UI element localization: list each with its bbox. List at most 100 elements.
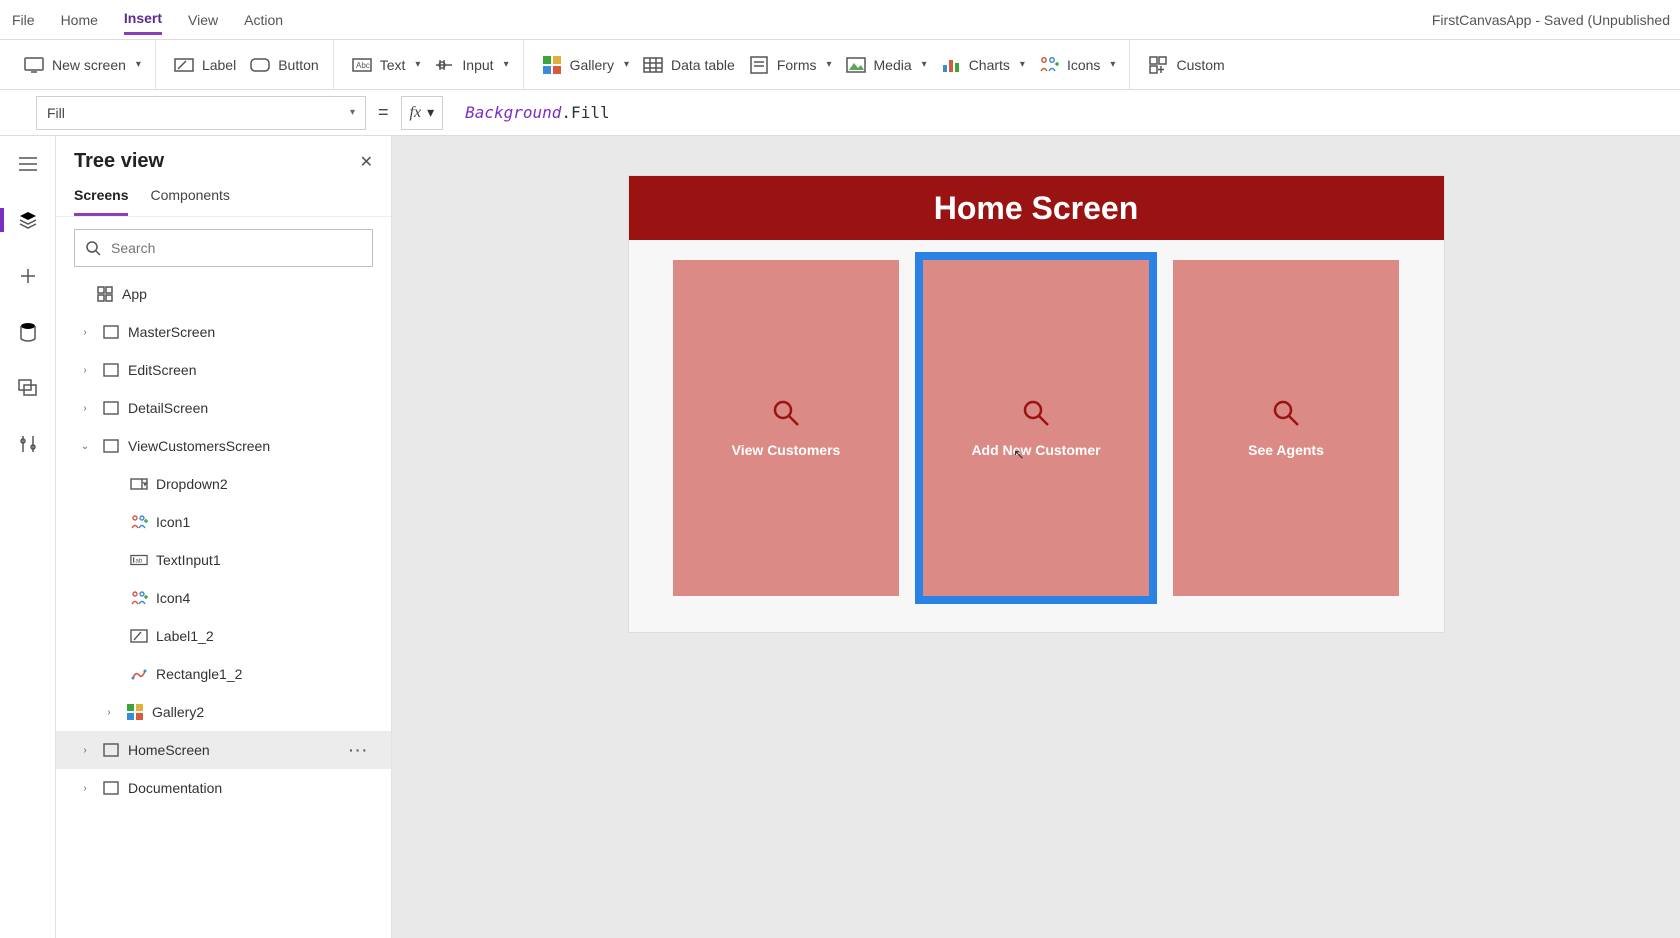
insert-forms-button[interactable]: Forms ▾	[749, 55, 832, 75]
insert-datatable-button[interactable]: Data table	[643, 55, 735, 75]
menu-view[interactable]: View	[188, 6, 218, 34]
tree-node[interactable]: Rectangle1_2	[56, 655, 391, 693]
formula-input[interactable]: Background.Fill	[455, 96, 1660, 130]
app-title: FirstCanvasApp - Saved (Unpublished	[1432, 12, 1670, 28]
tree-node-label: Rectangle1_2	[156, 666, 242, 682]
expand-arrow-icon[interactable]: ›	[100, 707, 118, 718]
canvas-card[interactable]: View Customers	[673, 260, 899, 596]
new-screen-button[interactable]: New screen ▾	[24, 55, 141, 75]
canvas-card[interactable]: Add New Customer↖	[923, 260, 1149, 596]
chevron-down-icon: ▾	[427, 104, 434, 121]
tree-node[interactable]: › DetailScreen	[56, 389, 391, 427]
insert-media-text: Media	[874, 57, 912, 73]
expand-arrow-icon[interactable]: ›	[76, 365, 94, 376]
magnifier-icon	[1271, 398, 1301, 428]
left-rail	[0, 136, 56, 938]
node-type-icon	[126, 703, 144, 721]
tree-node[interactable]: › Documentation	[56, 769, 391, 807]
tree-view-panel: Tree view ✕ Screens Components App	[56, 136, 392, 938]
hamburger-button[interactable]	[14, 150, 42, 178]
chevron-down-icon: ▾	[624, 59, 629, 70]
chevron-down-icon: ▾	[136, 59, 141, 70]
insert-pane-button[interactable]	[14, 262, 42, 290]
card-label: View Customers	[732, 442, 841, 458]
search-input[interactable]	[111, 240, 362, 256]
formula-token-object: Background	[465, 103, 561, 122]
card-label: Add New Customer	[971, 442, 1100, 458]
insert-input-button[interactable]: Input ▾	[434, 55, 508, 75]
tree-node-label: Documentation	[128, 780, 222, 796]
tree-app-node[interactable]: App	[56, 275, 391, 313]
formula-bar: Fill ▾ = fx ▾ Background.Fill	[0, 90, 1680, 136]
data-pane-button[interactable]	[14, 318, 42, 346]
insert-datatable-text: Data table	[671, 57, 735, 73]
media-pane-button[interactable]	[14, 374, 42, 402]
tree-view-button[interactable]	[14, 206, 42, 234]
app-icon	[96, 285, 114, 303]
insert-forms-text: Forms	[777, 57, 817, 73]
tree-node[interactable]: Dropdown2	[56, 465, 391, 503]
fx-label: fx	[410, 104, 422, 122]
node-type-icon	[102, 437, 120, 455]
fx-button[interactable]: fx ▾	[401, 96, 444, 130]
menu-home[interactable]: Home	[61, 6, 98, 34]
tree-node[interactable]: Icon4	[56, 579, 391, 617]
tree-node[interactable]: abTextInput1	[56, 541, 391, 579]
formula-token-property: .Fill	[561, 103, 609, 122]
tree-node[interactable]: ›Gallery2	[56, 693, 391, 731]
insert-label-button[interactable]: Label	[174, 55, 236, 75]
tree-node-label: DetailScreen	[128, 400, 208, 416]
insert-button-text: Button	[278, 57, 318, 73]
tree-node-label: HomeScreen	[128, 742, 210, 758]
menu-insert[interactable]: Insert	[124, 4, 162, 35]
tab-components[interactable]: Components	[150, 179, 229, 216]
insert-text-text: Text	[380, 57, 406, 73]
chevron-down-icon: ▾	[1110, 59, 1115, 70]
expand-arrow-icon[interactable]: ›	[76, 783, 94, 794]
expand-arrow-icon[interactable]: ›	[76, 403, 94, 414]
tree-node-label: EditScreen	[128, 362, 196, 378]
expand-arrow-icon[interactable]: ›	[76, 327, 94, 338]
tree-node-label: Label1_2	[156, 628, 214, 644]
screen-header[interactable]: Home Screen	[629, 176, 1444, 240]
tree-node[interactable]: Icon1	[56, 503, 391, 541]
search-box[interactable]	[74, 229, 373, 267]
node-type-icon	[102, 361, 120, 379]
insert-icons-button[interactable]: Icons ▾	[1039, 55, 1116, 75]
tree-node[interactable]: Label1_2	[56, 617, 391, 655]
tree-view-title: Tree view	[74, 150, 164, 173]
insert-label-text: Label	[202, 57, 236, 73]
insert-custom-button[interactable]: Custom	[1148, 55, 1224, 75]
tree-node[interactable]: ⌄ ViewCustomersScreen	[56, 427, 391, 465]
tree-node-label: ViewCustomersScreen	[128, 438, 270, 454]
property-select-value: Fill	[47, 105, 65, 121]
insert-charts-button[interactable]: Charts ▾	[941, 55, 1025, 75]
tree-node[interactable]: › EditScreen	[56, 351, 391, 389]
tools-pane-button[interactable]	[14, 430, 42, 458]
tab-screens[interactable]: Screens	[74, 179, 128, 216]
canvas-card[interactable]: See Agents	[1173, 260, 1399, 596]
tree-node-label: MasterScreen	[128, 324, 215, 340]
card-body: View Customers	[673, 260, 899, 596]
property-select[interactable]: Fill ▾	[36, 96, 366, 130]
canvas-area[interactable]: Home Screen View Customers Add New Custom…	[392, 136, 1680, 938]
menu-action[interactable]: Action	[244, 6, 283, 34]
insert-button-button[interactable]: Button	[250, 55, 318, 75]
insert-gallery-button[interactable]: Gallery ▾	[542, 55, 629, 75]
tree-node[interactable]: › HomeScreen ···	[56, 731, 391, 769]
equals-label: =	[378, 102, 389, 123]
more-options-button[interactable]: ···	[349, 742, 381, 758]
close-panel-button[interactable]: ✕	[360, 152, 373, 172]
insert-gallery-text: Gallery	[570, 57, 614, 73]
expand-arrow-icon[interactable]: ›	[76, 745, 94, 756]
chevron-down-icon: ▾	[350, 107, 355, 118]
insert-text-button[interactable]: Abc Text ▾	[352, 55, 421, 75]
insert-media-button[interactable]: Media ▾	[846, 55, 927, 75]
menu-file[interactable]: File	[12, 6, 35, 34]
media-icon	[846, 55, 866, 75]
tree-node[interactable]: › MasterScreen	[56, 313, 391, 351]
device-preview: Home Screen View Customers Add New Custom…	[629, 176, 1444, 632]
charts-icon	[941, 55, 961, 75]
new-screen-label: New screen	[52, 57, 126, 73]
expand-arrow-icon[interactable]: ⌄	[76, 441, 94, 452]
